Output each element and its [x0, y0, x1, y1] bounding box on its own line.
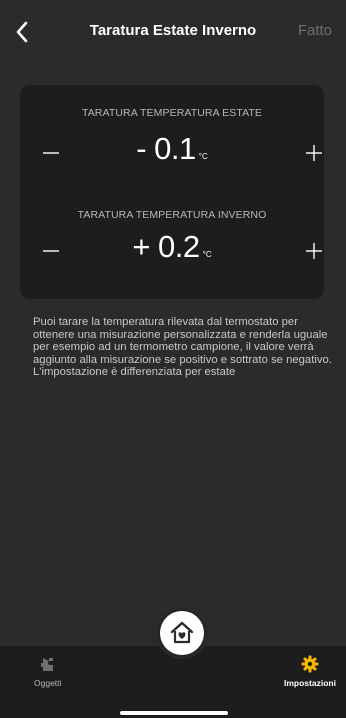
- plus-icon: [306, 145, 322, 161]
- winter-increase-button[interactable]: [294, 231, 334, 271]
- winter-value-number: + 0.2: [132, 229, 200, 264]
- nav-label-oggetti: Oggetti: [34, 678, 62, 688]
- summer-increase-button[interactable]: [294, 133, 334, 173]
- header: Taratura Estate Inverno Fatto: [0, 0, 346, 64]
- home-indicator: [120, 711, 228, 715]
- calibration-card: TARATURA TEMPERATURA ESTATE - 0.1 °C TAR…: [20, 85, 324, 299]
- home-heart-icon: [170, 621, 194, 644]
- summer-value-number: - 0.1: [136, 131, 196, 166]
- plus-icon: [306, 243, 322, 259]
- winter-calibration-label: TARATURA TEMPERATURA INVERNO: [77, 209, 267, 221]
- description-paragraph: Puoi tarare la temperatura rilevata dal …: [33, 316, 332, 366]
- done-button[interactable]: Fatto: [298, 22, 332, 39]
- calibration-description: Puoi tarare la temperatura rilevata dal …: [33, 316, 333, 379]
- home-button[interactable]: [160, 611, 204, 655]
- nav-label-impostazioni: Impostazioni: [284, 678, 336, 688]
- summer-value-unit: °C: [198, 152, 208, 161]
- nav-item-oggetti[interactable]: Oggetti: [34, 654, 61, 688]
- home-button-ring: [156, 607, 208, 659]
- puzzle-icon: [40, 658, 53, 671]
- summer-calibration-label: TARATURA TEMPERATURA ESTATE: [81, 107, 263, 119]
- winter-value: + 0.2 °C: [20, 229, 324, 265]
- nav-item-impostazioni[interactable]: Impostazioni: [284, 654, 336, 688]
- winter-value-unit: °C: [202, 250, 212, 259]
- summer-value: - 0.1 °C: [20, 131, 324, 167]
- page-title: Taratura Estate Inverno: [89, 22, 257, 39]
- gear-icon: [301, 655, 319, 673]
- description-note: L'impostazione è differenziata per estat…: [33, 366, 236, 379]
